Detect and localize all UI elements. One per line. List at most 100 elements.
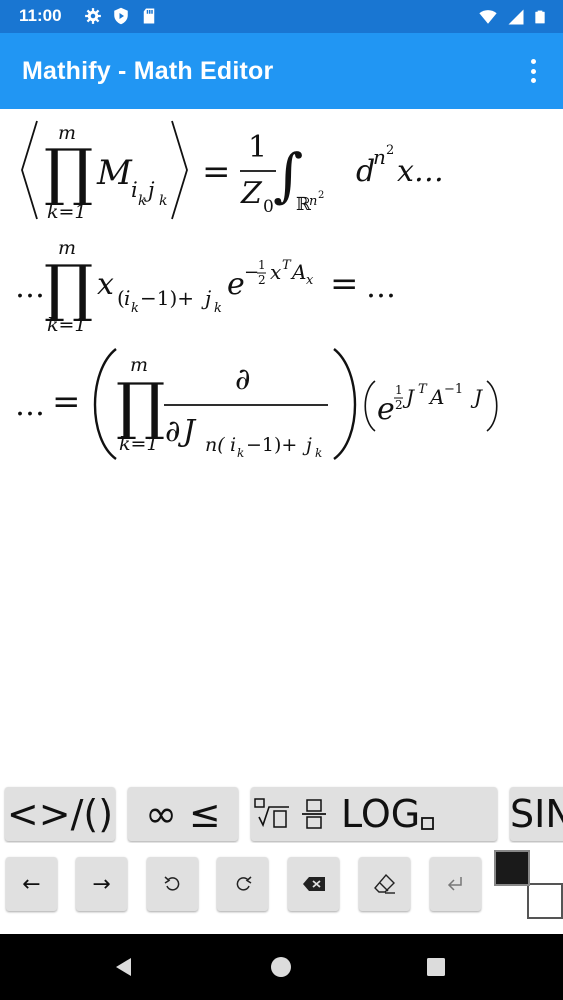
sub-k-2: k — [159, 193, 167, 209]
equals-2: = — [330, 264, 359, 304]
math-expression: ∏ m k=1 M i k j k = 1 Z 0 ∫ ℝ n 2 d n 2 … — [15, 120, 498, 460]
brackets-key[interactable]: <>/() — [5, 787, 115, 841]
product-symbol-3: ∏ — [116, 369, 165, 442]
symbols-key-label: ∞ ≤ — [145, 792, 221, 836]
variable-x: x — [97, 267, 114, 302]
cursor-left-key[interactable]: ← — [6, 857, 57, 911]
redo-key[interactable] — [217, 857, 268, 911]
nav-home-button[interactable] — [251, 934, 311, 1000]
product-lower-1: k=1 — [47, 201, 87, 223]
J-sub-j-k: k — [315, 446, 322, 460]
sub-i-1: i — [131, 178, 138, 202]
cursor-right-key[interactable]: → — [76, 857, 127, 911]
undo-icon — [164, 876, 179, 891]
nav-recents-button[interactable] — [406, 934, 466, 1000]
small-right-paren — [486, 380, 498, 432]
trig-key-label: SIN — [510, 792, 563, 836]
exp-T: T — [282, 258, 292, 273]
J-sub-rest: −1)+ — [246, 434, 297, 456]
big-right-paren — [333, 348, 357, 460]
differential-n: n — [373, 145, 386, 169]
back-icon — [116, 958, 131, 976]
app-title: Mathify - Math Editor — [22, 57, 274, 85]
brackets-key-label: <>/() — [6, 792, 114, 836]
sd-card-icon — [143, 8, 155, 24]
right-angle-bracket — [171, 120, 188, 220]
expression-line-2: … ∏ m k=1 x ( i k −1)+ j k e − 1 2 x T A… — [15, 237, 396, 336]
exp2-T: T — [418, 382, 428, 397]
product-lower-2: k=1 — [47, 314, 87, 336]
integral-domain-exp: 2 — [318, 190, 324, 201]
product-lower-3: k=1 — [119, 433, 159, 455]
product-upper-3: m — [130, 354, 148, 376]
x-sub-i: i — [124, 286, 130, 310]
exponential-e-2: e — [377, 392, 395, 427]
math-editor-canvas[interactable]: ∏ m k=1 M i k j k = 1 Z 0 ∫ ℝ n 2 d n 2 … — [0, 109, 563, 781]
x-sub-rest: −1)+ — [140, 286, 194, 310]
exp2-inv: −1 — [444, 382, 463, 397]
matrix-M: M — [96, 153, 133, 193]
equals-3: = — [52, 382, 81, 422]
clear-key[interactable] — [359, 857, 410, 911]
arrow-left-icon: ← — [22, 871, 41, 897]
big-left-paren — [93, 348, 117, 460]
nav-back-button[interactable] — [94, 934, 154, 1000]
expression-line-3: … = ∏ m k=1 ∂ ∂ J n( i k −1)+ j k e 1 2 — [15, 348, 498, 460]
home-icon — [271, 957, 291, 977]
more-vert-icon[interactable] — [521, 57, 545, 85]
product-symbol-1: ∏ — [44, 135, 93, 208]
exp-A: A — [290, 260, 306, 284]
navigation-bar — [0, 934, 563, 1000]
app-bar: Mathify - Math Editor — [0, 33, 563, 109]
undo-key[interactable] — [147, 857, 198, 911]
recents-icon — [427, 958, 445, 976]
fraction-numerator: 1 — [248, 130, 267, 165]
partial-numerator: ∂ — [235, 362, 251, 397]
partial-denominator: ∂ — [165, 414, 181, 449]
signal-icon — [508, 9, 524, 25]
x-sub-j-k: k — [214, 301, 222, 316]
left-angle-bracket — [21, 120, 38, 220]
arrow-right-icon: → — [92, 871, 111, 897]
exp2-J-end: J — [470, 385, 483, 409]
trig-key[interactable]: SIN — [510, 787, 563, 841]
status-time: 11:00 — [19, 6, 62, 25]
functions-key[interactable]: LOG — [251, 787, 497, 841]
foreground-color-swatch[interactable] — [494, 850, 530, 886]
redo-icon — [236, 876, 251, 891]
root-template-icon — [254, 798, 289, 828]
status-icons-left — [84, 7, 158, 25]
sub-k-1: k — [138, 193, 146, 209]
wifi-icon — [479, 10, 497, 24]
J-sub-i: i — [230, 434, 236, 456]
ellipsis-3: … — [15, 388, 45, 423]
product-upper-2: m — [58, 237, 76, 259]
ellipsis-2b: … — [366, 270, 396, 305]
differential-exp: 2 — [386, 143, 394, 158]
J-sub-n: n( — [205, 434, 225, 456]
shield-icon — [114, 7, 128, 25]
fraction-Z: Z — [240, 176, 263, 211]
status-icons-right — [477, 7, 547, 27]
enter-key[interactable] — [430, 857, 481, 911]
exp-minus: − — [244, 262, 259, 283]
keyboard-category-row: <>/() ∞ ≤ LOG SIN — [0, 785, 563, 843]
exp-frac-num: 1 — [258, 258, 266, 272]
backspace-key[interactable] — [288, 857, 339, 911]
subscript-box-icon — [421, 817, 435, 830]
eraser-icon — [373, 873, 395, 894]
battery-icon — [535, 10, 545, 24]
ellipsis-2a: … — [15, 270, 45, 305]
exponential-e: e — [227, 267, 245, 302]
small-left-paren — [364, 380, 376, 432]
background-color-swatch[interactable] — [527, 883, 563, 919]
return-icon — [447, 877, 462, 891]
line1-tail: x… — [397, 154, 444, 189]
exp2-frac-den: 2 — [395, 398, 403, 412]
product-upper-1: m — [58, 122, 76, 144]
symbols-key[interactable]: ∞ ≤ — [128, 787, 238, 841]
x-sub-k: k — [131, 301, 139, 316]
x-sub-j: j — [201, 286, 211, 310]
log-key-label: LOG — [341, 792, 421, 836]
exp-frac-den: 2 — [258, 273, 266, 287]
